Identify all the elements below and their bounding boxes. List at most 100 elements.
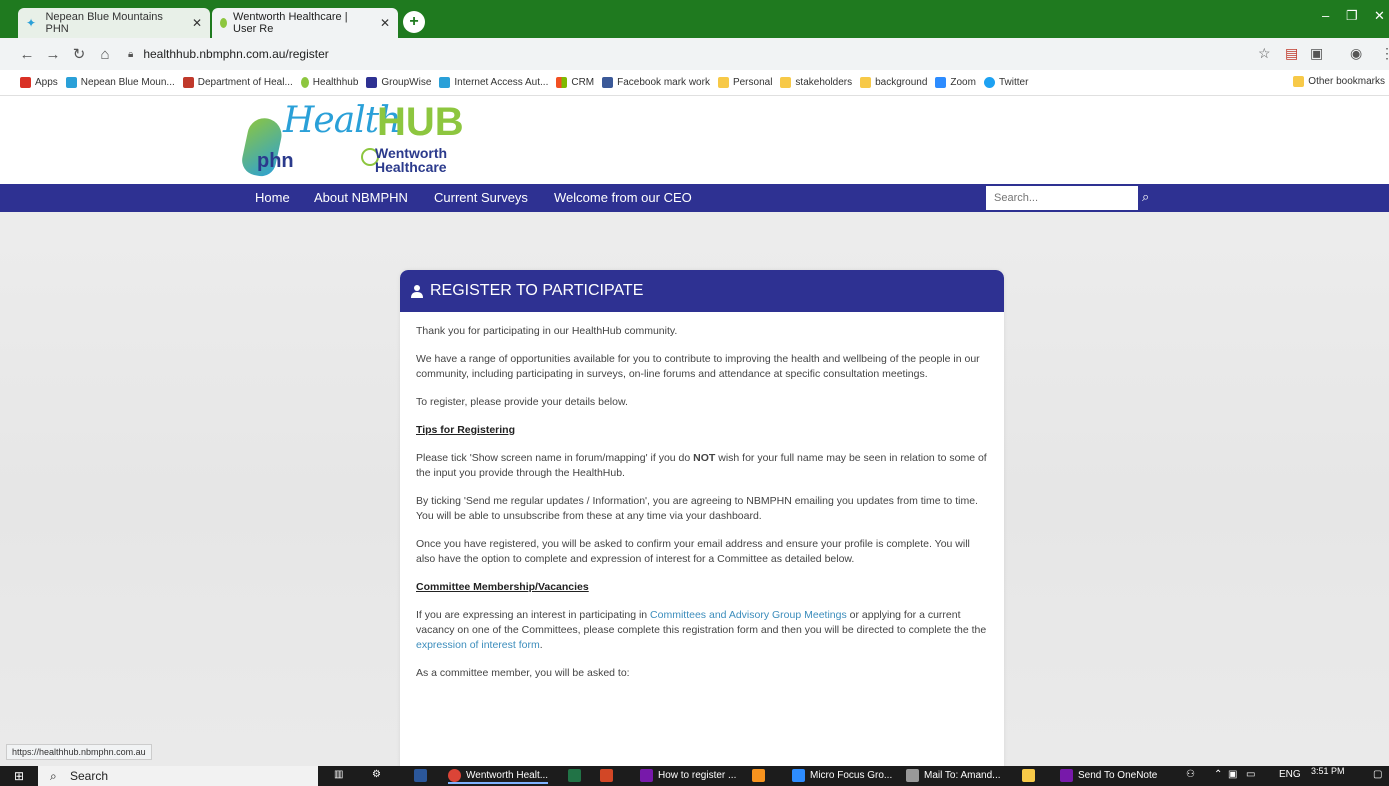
bookmark-groupwise[interactable]: GroupWise	[366, 77, 431, 88]
nav-welcome-ceo[interactable]: Welcome from our CEO	[554, 190, 692, 205]
bookmark-background[interactable]: background	[860, 77, 927, 88]
word-icon	[414, 769, 427, 782]
extension-icon[interactable]: ▣	[1310, 45, 1323, 62]
nepean-icon	[65, 77, 77, 88]
bookmark-crm[interactable]: CRM	[556, 77, 594, 88]
network-icon[interactable]: ▣	[1228, 769, 1237, 780]
twitter-icon	[983, 77, 995, 88]
lock-icon: 🔒︎	[128, 48, 134, 60]
bookmark-stakeholders[interactable]: stakeholders	[780, 77, 852, 88]
expression-of-interest-link[interactable]: expression of interest form	[416, 639, 540, 651]
folder-icon	[860, 77, 872, 88]
bookmark-apps[interactable]: Apps	[20, 77, 58, 88]
reload-icon[interactable]: ↻	[66, 45, 92, 63]
powerpoint-app-icon[interactable]	[600, 769, 618, 782]
bookmark-healthhub[interactable]: Healthhub	[300, 77, 358, 88]
file-explorer-icon[interactable]	[1022, 769, 1040, 782]
star-icon[interactable]: ☆	[1258, 45, 1271, 62]
task-view-icon[interactable]: ▥	[334, 769, 343, 780]
zoom-icon	[935, 77, 947, 88]
close-window-icon[interactable]: ✕	[1374, 8, 1385, 24]
chrome-icon	[448, 769, 461, 782]
tab-nepean[interactable]: ✦ Nepean Blue Mountains PHN ✕	[18, 8, 210, 38]
site-navbar: Home About NBMPHN Current Surveys Welcom…	[0, 184, 1389, 212]
windows-taskbar: ⊞ ⌕ Search ▥ ⚙ Wentworth Healt... How to…	[0, 766, 1389, 786]
battery-icon[interactable]: ▭	[1246, 769, 1255, 780]
onenote-icon	[1060, 769, 1073, 782]
media-player-icon	[752, 769, 765, 782]
register-instruction: To register, please provide your details…	[416, 396, 628, 408]
bookmark-zoom[interactable]: Zoom	[935, 77, 976, 88]
language-indicator[interactable]: ENG	[1279, 769, 1301, 780]
tips-heading: Tips for Registering	[416, 424, 515, 436]
user-icon	[411, 285, 423, 298]
bookmark-facebook[interactable]: Facebook mark work	[602, 77, 710, 88]
folder-icon	[780, 77, 792, 88]
new-tab-button[interactable]: +	[403, 11, 425, 33]
bookmark-personal[interactable]: Personal	[717, 77, 772, 88]
close-tab-icon[interactable]: ✕	[184, 16, 202, 30]
taskbar-chrome[interactable]: Wentworth Healt...	[448, 769, 549, 784]
register-card-body: Thank you for participating in our Healt…	[400, 312, 1004, 706]
back-icon[interactable]: ←	[14, 46, 40, 63]
taskbar-search[interactable]: ⌕ Search	[38, 766, 318, 786]
tray-chevron-icon[interactable]: ⌃	[1214, 769, 1222, 780]
people-icon[interactable]: ⚇	[1186, 769, 1195, 780]
facebook-icon	[602, 77, 614, 88]
bookmark-twitter[interactable]: Twitter	[983, 77, 1028, 88]
close-tab-icon[interactable]: ✕	[372, 16, 390, 30]
nav-home[interactable]: Home	[255, 190, 290, 205]
clock[interactable]: 3:51 PM	[1311, 767, 1345, 776]
committees-link[interactable]: Committees and Advisory Group Meetings	[650, 609, 847, 621]
pdf-extension-icon[interactable]: ▤	[1285, 45, 1298, 62]
bookmarks-bar: Apps Nepean Blue Moun... Department of H…	[0, 70, 1389, 96]
confirm-email-paragraph: Once you have registered, you will be as…	[416, 538, 970, 565]
tab-wentworth[interactable]: Wentworth Healthcare | User Re ✕	[212, 8, 398, 38]
nav-current-surveys[interactable]: Current Surveys	[434, 190, 528, 205]
intro-paragraph: Thank you for participating in our Healt…	[416, 325, 678, 337]
taskbar-micro-focus[interactable]: Micro Focus Gro...	[792, 769, 892, 782]
profile-icon[interactable]: ◉	[1350, 45, 1362, 62]
home-icon[interactable]: ⌂	[92, 46, 118, 63]
nav-about[interactable]: About NBMPHN	[314, 190, 408, 205]
excel-app-icon[interactable]	[568, 769, 586, 782]
status-bar-url: https://healthhub.nbmphn.com.au	[6, 744, 152, 760]
url-field[interactable]: healthhub.nbmphn.com.au/register	[143, 47, 328, 61]
taskbar-mail[interactable]: Mail To: Amand...	[906, 769, 1001, 782]
committee-paragraph: If you are expressing an interest in par…	[416, 609, 987, 651]
folder-icon	[717, 77, 729, 88]
notifications-icon[interactable]: ▢	[1373, 769, 1382, 780]
taskbar-send-onenote[interactable]: Send To OneNote	[1060, 769, 1157, 782]
bookmark-department[interactable]: Department of Heal...	[182, 77, 293, 88]
folder-icon	[1293, 76, 1305, 87]
register-card-header: REGISTER TO PARTICIPATE	[400, 270, 1004, 312]
taskbar-onenote-register[interactable]: How to register ...	[640, 769, 736, 782]
other-bookmarks[interactable]: Other bookmarks	[1293, 76, 1385, 87]
opportunities-paragraph: We have a range of opportunities availab…	[416, 353, 980, 380]
minimize-icon[interactable]: –	[1322, 8, 1329, 23]
restore-icon[interactable]: ❐	[1346, 8, 1358, 24]
healthhub-icon	[300, 77, 309, 88]
folder-icon	[1022, 769, 1035, 782]
bookmark-internet-access[interactable]: Internet Access Aut...	[439, 77, 548, 88]
internet-access-icon	[439, 77, 451, 88]
word-app-icon[interactable]	[414, 769, 432, 782]
search-icon: ⌕	[50, 769, 57, 783]
media-app-icon[interactable]	[752, 769, 770, 782]
windows-start-icon[interactable]: ⊞	[14, 769, 24, 783]
search-icon[interactable]: ⌕	[1142, 189, 1149, 205]
nepean-favicon-icon: ✦	[26, 16, 37, 30]
powerpoint-icon	[600, 769, 613, 782]
menu-icon[interactable]: ⋮	[1380, 45, 1389, 62]
bookmark-nepean[interactable]: Nepean Blue Moun...	[65, 77, 175, 88]
excel-icon	[568, 769, 581, 782]
tab-title: Wentworth Healthcare | User Re	[233, 11, 348, 35]
forward-icon[interactable]: →	[40, 46, 66, 63]
site-search-input[interactable]	[986, 186, 1138, 210]
browser-tab-bar: ✦ Nepean Blue Mountains PHN ✕ Wentworth …	[0, 0, 1389, 38]
department-icon	[182, 77, 194, 88]
tab-title: Nepean Blue Mountains PHN	[45, 11, 163, 35]
healthhub-logo[interactable]: Health HUB phn Wentworth Healthcare	[239, 100, 503, 182]
mail-icon	[792, 769, 805, 782]
settings-gear-icon[interactable]: ⚙	[372, 769, 381, 780]
